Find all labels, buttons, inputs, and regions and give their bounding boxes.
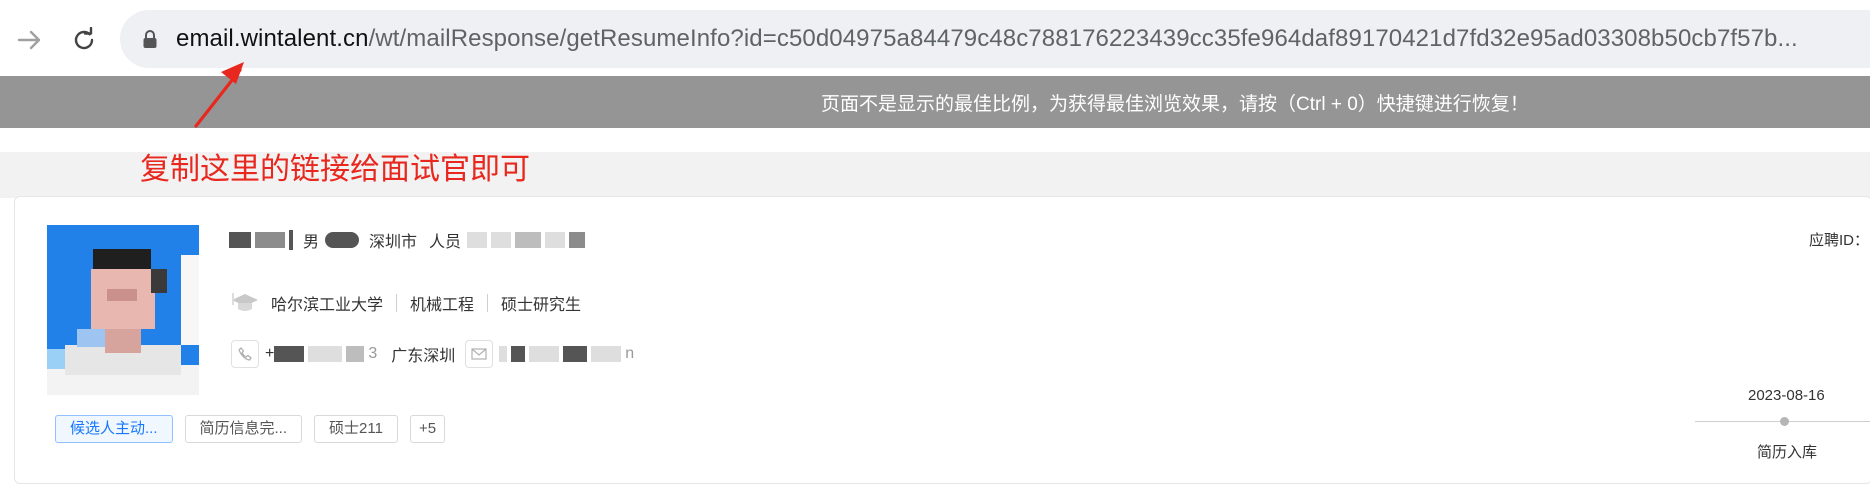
redacted-name	[229, 232, 251, 248]
reload-icon[interactable]	[64, 20, 104, 60]
phone-prefix: +	[265, 345, 275, 362]
timeline-label: 简历入库	[1757, 444, 1818, 461]
browser-toolbar: email.wintalent.cn/wt/mailResponse/getRe…	[0, 0, 1870, 77]
phone-icon	[231, 340, 259, 368]
url-host: email.wintalent.cn	[176, 25, 369, 52]
forward-arrow-icon[interactable]	[10, 20, 50, 60]
lock-icon	[142, 28, 160, 50]
candidate-location: 广东深圳	[391, 348, 456, 365]
mail-icon	[465, 340, 494, 368]
tag-item[interactable]: 候选人主动...	[55, 415, 173, 443]
candidate-gender: 男	[303, 234, 320, 251]
candidate-status: 人员	[429, 234, 462, 251]
graduation-cap-icon	[232, 293, 258, 311]
redacted-age	[325, 232, 360, 248]
candidate-photo	[47, 225, 199, 395]
education-line: 哈尔滨工业大学 机械工程 硕士研究生	[231, 289, 581, 317]
zoom-notice-text: 页面不是显示的最佳比例，为获得最佳浏览效果，请按（Ctrl + 0）快捷键进行恢…	[821, 94, 1529, 115]
education-major: 机械工程	[410, 297, 475, 314]
education-degree: 硕士研究生	[501, 297, 582, 314]
divider	[396, 294, 398, 312]
redacted-email	[511, 346, 526, 362]
resume-timeline: 2023-08-16 简历入库	[1695, 387, 1870, 467]
candidate-card: 男 深圳市 人员 应聘ID： 哈尔滨工业大学 机械工程 硕士研究生 + 3 广东…	[14, 196, 1870, 484]
address-bar[interactable]: email.wintalent.cn/wt/mailResponse/getRe…	[120, 10, 1870, 68]
tag-item[interactable]: 硕士211	[314, 415, 398, 443]
divider	[487, 294, 489, 312]
url-text: email.wintalent.cn/wt/mailResponse/getRe…	[176, 25, 1798, 53]
tag-item[interactable]: 简历信息完...	[184, 415, 303, 443]
more-tags-button[interactable]: +5	[409, 415, 446, 443]
candidate-name-line: 男 深圳市 人员	[229, 227, 589, 253]
phone-suffix: 3	[368, 345, 378, 362]
redacted-phone	[274, 346, 305, 362]
timeline-date: 2023-08-16	[1748, 387, 1825, 404]
candidate-city: 深圳市	[369, 234, 418, 251]
zoom-notice-banner: 页面不是显示的最佳比例，为获得最佳浏览效果，请按（Ctrl + 0）快捷键进行恢…	[0, 76, 1870, 128]
contact-line: + 3 广东深圳 n	[231, 339, 634, 369]
apply-id-label: 应聘ID：	[1808, 232, 1869, 249]
tag-list: 候选人主动... 简历信息完... 硕士211 +5	[55, 415, 457, 443]
annotation-text: 复制这里的链接给面试官即可	[140, 153, 530, 186]
url-path: /wt/mailResponse/getResumeInfo?id=c50d04…	[368, 25, 1798, 52]
education-school: 哈尔滨工业大学	[271, 297, 384, 314]
email-tail: n	[625, 345, 635, 362]
timeline-dot	[1780, 417, 1789, 426]
